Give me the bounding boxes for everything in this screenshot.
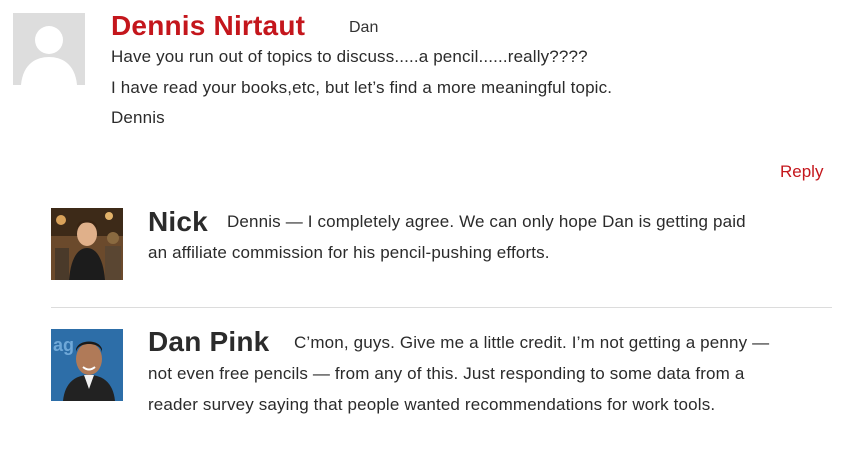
comment-text-line: an affiliate commission for his pencil-p… xyxy=(148,243,550,262)
comment-author[interactable]: Nick xyxy=(148,206,208,238)
avatar xyxy=(51,208,123,280)
comment-text-line: reader survey saying that people wanted … xyxy=(148,395,716,414)
comment-author[interactable]: Dan Pink xyxy=(148,326,269,358)
reply-button[interactable]: Reply xyxy=(780,162,823,182)
person-photo-icon xyxy=(51,208,123,280)
comment-text-line: Have you run out of topics to discuss...… xyxy=(111,47,588,66)
comment-text-line: C’mon, guys. Give me a little credit. I’… xyxy=(294,333,770,352)
avatar xyxy=(13,13,85,85)
avatar: ag xyxy=(51,329,123,401)
comment-addressed-to: Dan xyxy=(349,19,379,36)
person-photo-icon: ag xyxy=(51,329,123,401)
comment-text-line: I have read your books,etc, but let’s fi… xyxy=(111,78,613,97)
svg-text:ag: ag xyxy=(53,335,74,355)
comment-text-line: Dennis xyxy=(111,108,165,127)
comment-text-line: not even free pencils — from any of this… xyxy=(148,364,745,383)
default-avatar-icon xyxy=(21,26,77,85)
comment-text-line: Dennis — I completely agree. We can only… xyxy=(227,212,746,231)
comment-divider xyxy=(51,307,832,308)
comment-author[interactable]: Dennis Nirtaut xyxy=(111,10,305,42)
